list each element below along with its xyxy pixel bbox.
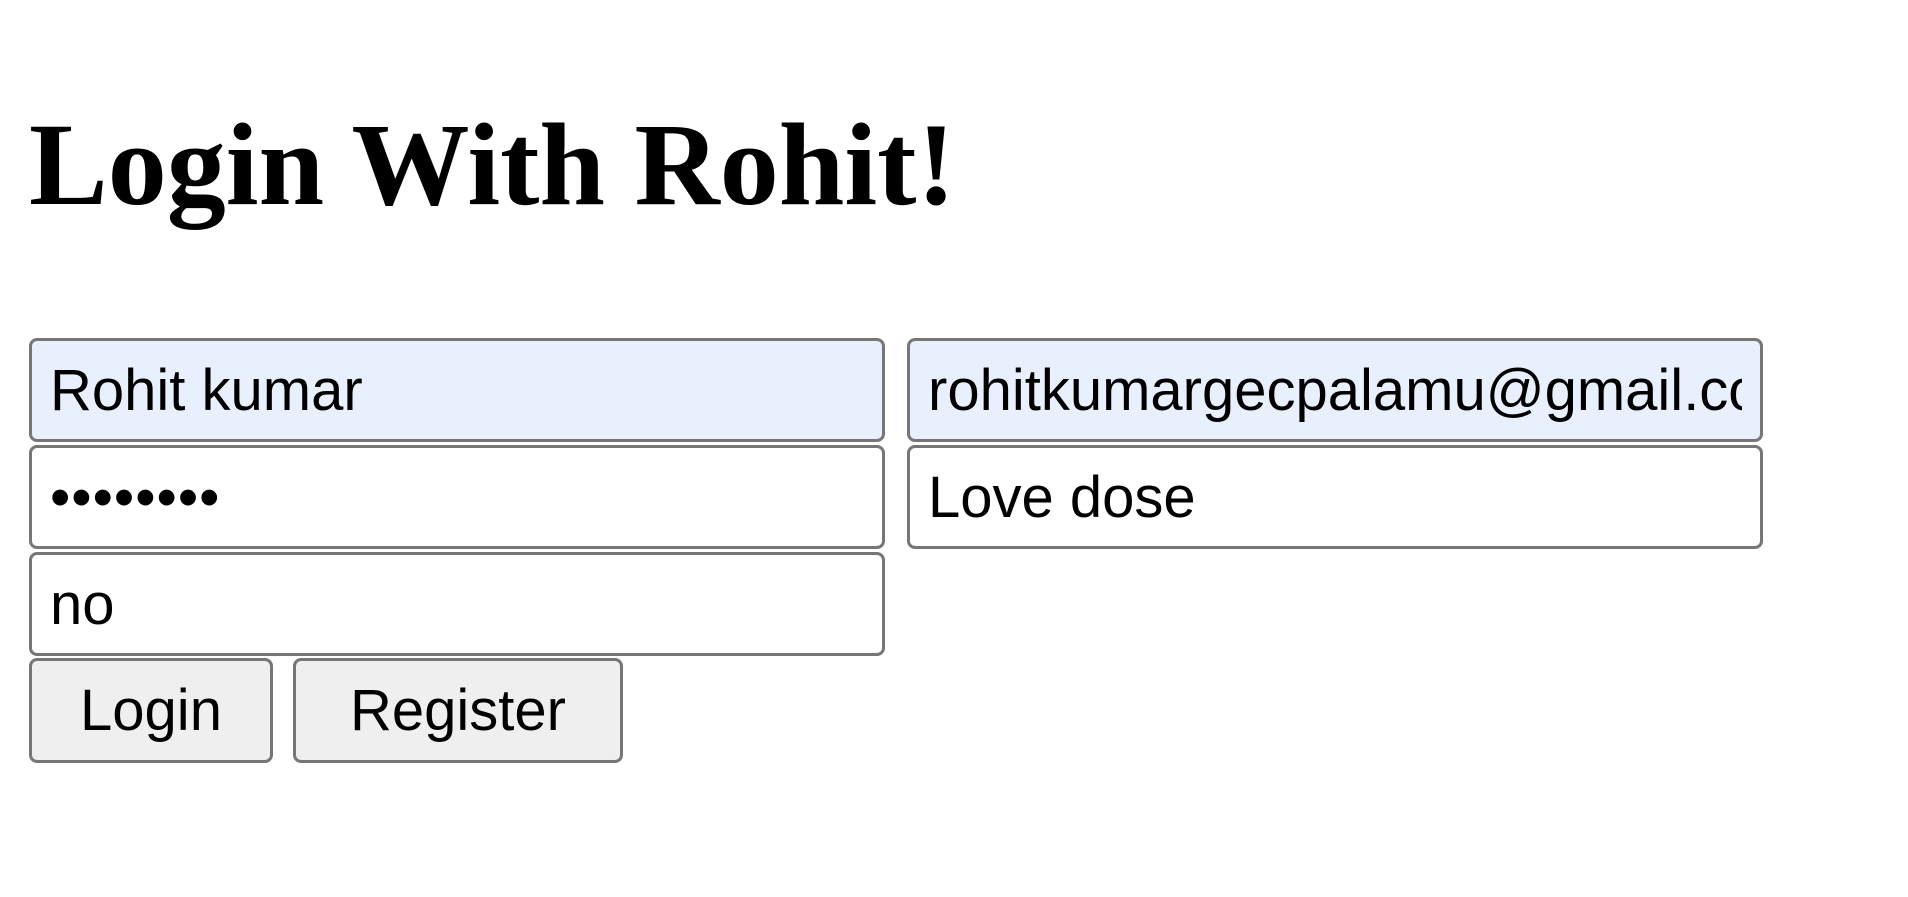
email-input[interactable] [907,338,1763,442]
login-page: Login With Rohit! Login Register [0,0,1908,897]
login-button[interactable]: Login [29,658,273,763]
name-input[interactable] [29,338,885,442]
password-input[interactable] [29,445,885,549]
text-input-love-dose[interactable] [907,445,1763,549]
page-title: Login With Rohit! [29,99,956,230]
register-button[interactable]: Register [293,658,623,763]
text-input-no[interactable] [29,552,885,656]
